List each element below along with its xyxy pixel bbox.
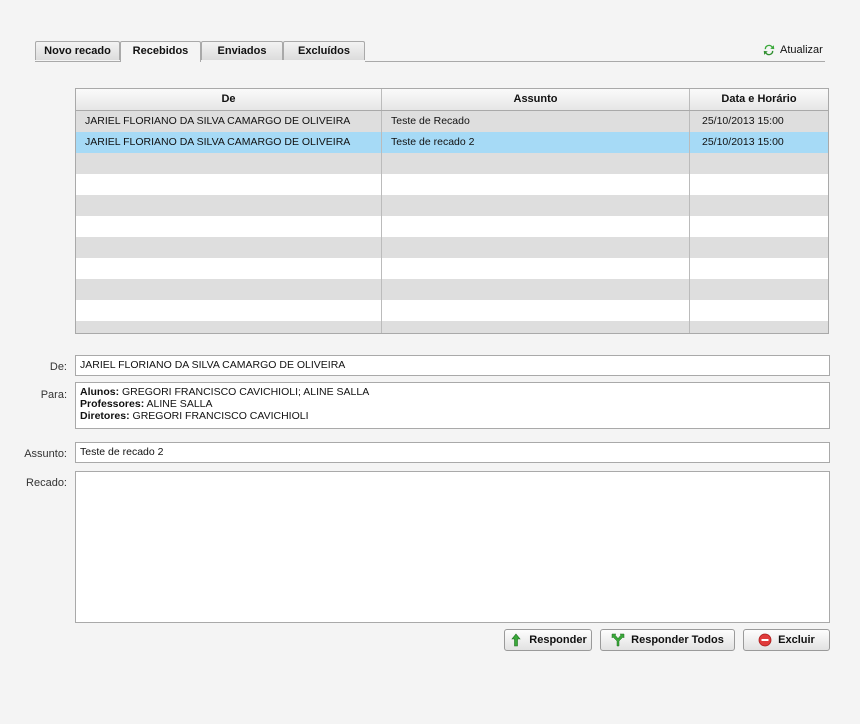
table-row[interactable]: [76, 279, 828, 300]
table-row[interactable]: [76, 216, 828, 237]
para-label: Para:: [40, 389, 67, 401]
responder-button[interactable]: Responder: [504, 629, 592, 651]
tab-divider-left: [35, 61, 120, 62]
empty-cell: [382, 279, 690, 300]
empty-cell: [76, 216, 382, 237]
table-row[interactable]: JARIEL FLORIANO DA SILVA CAMARGO DE OLIV…: [76, 111, 828, 132]
refresh-button[interactable]: Atualizar: [762, 42, 823, 58]
cell-assunto: Teste de Recado: [382, 111, 690, 132]
messages-grid: De Assunto Data e Horário JARIEL FLORIAN…: [75, 88, 829, 334]
empty-cell: [382, 237, 690, 258]
para-alunos: Alunos: GREGORI FRANCISCO CAVICHIOLI; AL…: [80, 386, 829, 398]
excluir-button[interactable]: Excluir: [743, 629, 830, 651]
column-header-data[interactable]: Data e Horário: [690, 89, 828, 110]
table-row[interactable]: [76, 195, 828, 216]
column-header-assunto[interactable]: Assunto: [382, 89, 690, 110]
empty-cell: [690, 216, 828, 237]
delete-icon: [758, 633, 772, 647]
para-professores: Professores: ALINE SALLA: [80, 398, 829, 410]
table-row[interactable]: [76, 258, 828, 279]
empty-cell: [76, 195, 382, 216]
empty-cell: [382, 216, 690, 237]
tab-excluidos[interactable]: Excluídos: [283, 41, 365, 60]
empty-cell: [690, 174, 828, 195]
empty-cell: [382, 258, 690, 279]
tab-novo-recado[interactable]: Novo recado: [35, 41, 120, 60]
empty-cell: [76, 258, 382, 279]
empty-cell: [382, 321, 690, 333]
empty-cell: [690, 153, 828, 174]
empty-cell: [382, 153, 690, 174]
assunto-label: Assunto:: [24, 448, 67, 460]
empty-cell: [690, 195, 828, 216]
table-row[interactable]: [76, 174, 828, 195]
empty-cell: [690, 237, 828, 258]
empty-cell: [690, 321, 828, 333]
empty-cell: [382, 300, 690, 321]
reply-all-icon: [611, 633, 625, 647]
cell-de: JARIEL FLORIANO DA SILVA CAMARGO DE OLIV…: [76, 111, 382, 132]
table-row[interactable]: JARIEL FLORIANO DA SILVA CAMARGO DE OLIV…: [76, 132, 828, 153]
para-professores-label: Professores:: [80, 398, 145, 410]
table-row[interactable]: [76, 237, 828, 258]
refresh-label: Atualizar: [780, 44, 823, 56]
empty-cell: [76, 279, 382, 300]
empty-cell: [76, 300, 382, 321]
grid-body: JARIEL FLORIANO DA SILVA CAMARGO DE OLIV…: [76, 111, 828, 333]
para-professores-value: ALINE SALLA: [146, 398, 213, 410]
table-row[interactable]: [76, 300, 828, 321]
excluir-label: Excluir: [778, 634, 815, 646]
tab-enviados[interactable]: Enviados: [201, 41, 283, 60]
para-diretores-label: Diretores:: [80, 410, 130, 422]
refresh-icon: [763, 44, 775, 56]
de-label: De:: [49, 361, 67, 373]
empty-cell: [76, 174, 382, 195]
tab-divider: [365, 61, 825, 62]
cell-data: 25/10/2013 15:00: [702, 115, 784, 127]
responder-todos-button[interactable]: Responder Todos: [600, 629, 735, 651]
para-alunos-value: GREGORI FRANCISCO CAVICHIOLI; ALINE SALL…: [122, 386, 370, 398]
responder-todos-label: Responder Todos: [631, 634, 724, 646]
empty-cell: [690, 279, 828, 300]
para-diretores: Diretores: GREGORI FRANCISCO CAVICHIOLI: [80, 410, 829, 422]
assunto-field[interactable]: Teste de recado 2: [75, 442, 830, 463]
column-header-de[interactable]: De: [76, 89, 382, 110]
cell-data: 25/10/2013 15:00: [702, 136, 784, 148]
empty-cell: [76, 237, 382, 258]
tab-recebidos[interactable]: Recebidos: [120, 41, 201, 62]
recado-textarea[interactable]: [75, 471, 830, 623]
table-row[interactable]: [76, 153, 828, 174]
de-field[interactable]: JARIEL FLORIANO DA SILVA CAMARGO DE OLIV…: [75, 355, 830, 376]
empty-cell: [382, 174, 690, 195]
empty-cell: [382, 195, 690, 216]
recado-label: Recado:: [26, 477, 67, 489]
empty-cell: [690, 258, 828, 279]
table-row[interactable]: [76, 321, 828, 333]
empty-cell: [690, 300, 828, 321]
responder-label: Responder: [529, 634, 587, 646]
empty-cell: [76, 153, 382, 174]
cell-assunto: Teste de recado 2: [382, 132, 690, 153]
para-field[interactable]: Alunos: GREGORI FRANCISCO CAVICHIOLI; AL…: [75, 382, 830, 429]
para-diretores-value: GREGORI FRANCISCO CAVICHIOLI: [132, 410, 309, 422]
arrow-up-icon: [511, 633, 521, 647]
empty-cell: [76, 321, 382, 333]
cell-de: JARIEL FLORIANO DA SILVA CAMARGO DE OLIV…: [76, 132, 382, 153]
para-alunos-label: Alunos:: [80, 386, 120, 398]
grid-header: De Assunto Data e Horário: [76, 89, 828, 111]
